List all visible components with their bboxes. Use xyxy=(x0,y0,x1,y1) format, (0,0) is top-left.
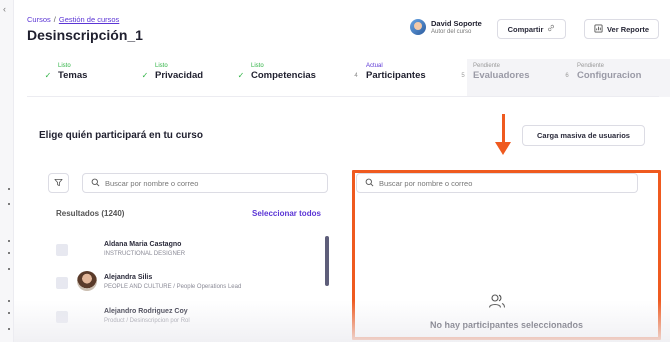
participant-subtitle: INSTRUCTIONAL DESIGNER xyxy=(104,251,186,257)
view-report-label: Ver Reporte xyxy=(606,24,650,34)
step-label: Privacidad xyxy=(155,70,204,81)
filter-button[interactable] xyxy=(48,173,69,193)
user-chip[interactable]: David Soporte Autor del curso xyxy=(410,19,482,35)
step-number: 4 xyxy=(354,73,358,79)
share-button[interactable]: Compartir xyxy=(497,19,566,39)
breadcrumb-current[interactable]: Gestión de cursos xyxy=(59,15,119,24)
check-icon: ✓ xyxy=(237,71,245,80)
section-title: Elige quién participará en tu curso xyxy=(39,130,203,141)
list-item[interactable]: Aldana Maria Castagno INSTRUCTIONAL DESI… xyxy=(56,235,316,265)
gutter-dot xyxy=(8,300,10,302)
list-item[interactable]: Alejandra Silis PEOPLE AND CULTURE / Peo… xyxy=(56,268,316,298)
filter-icon xyxy=(54,174,63,192)
row-checkbox[interactable] xyxy=(56,277,68,289)
step-participantes[interactable]: 4 Actual Participantes xyxy=(350,63,426,93)
avatar xyxy=(410,19,426,35)
participant-name: Aldana Maria Castagno xyxy=(104,241,182,248)
arrow-down-icon xyxy=(502,114,505,144)
step-privacidad[interactable]: ✓ Listo Privacidad xyxy=(139,63,203,93)
step-status: Pendiente xyxy=(473,63,501,69)
step-label: Competencias xyxy=(251,70,316,81)
row-checkbox[interactable] xyxy=(56,244,68,256)
chevron-left-icon[interactable]: ‹ xyxy=(3,4,6,14)
gutter-dot xyxy=(8,240,10,242)
step-temas[interactable]: ✓ Listo Temas xyxy=(42,63,88,93)
step-label: Participantes xyxy=(366,70,426,81)
page-title: Desinscripción_1 xyxy=(27,27,143,43)
stepper-divider xyxy=(27,96,659,97)
step-status: Pendiente xyxy=(577,63,605,69)
select-all-link[interactable]: Seleccionar todos xyxy=(252,209,321,218)
gutter-dot xyxy=(8,268,10,270)
user-role: Autor del curso xyxy=(431,29,472,35)
empty-state-text: No hay participantes seleccionados xyxy=(429,320,584,330)
step-status: Actual xyxy=(366,63,383,69)
gutter-dot xyxy=(8,188,10,190)
share-button-label: Compartir xyxy=(507,24,544,34)
check-icon: ✓ xyxy=(44,71,52,80)
step-label: Evaluadores xyxy=(473,70,530,81)
step-status: Listo xyxy=(251,63,264,69)
left-gutter: ‹ xyxy=(0,0,14,342)
row-checkbox[interactable] xyxy=(56,311,68,323)
report-icon xyxy=(594,23,603,35)
gutter-dot xyxy=(8,312,10,314)
results-count: Resultados (1240) xyxy=(56,209,125,218)
bulk-upload-button[interactable]: Carga masiva de usuarios xyxy=(522,125,645,146)
step-label: Configuracion xyxy=(577,70,642,81)
participant-subtitle: PEOPLE AND CULTURE / People Operations L… xyxy=(104,284,242,290)
gutter-dot xyxy=(8,203,10,205)
breadcrumb-root[interactable]: Cursos xyxy=(27,15,51,24)
people-icon xyxy=(488,293,506,314)
step-evaluadores[interactable]: 5 Pendiente Evaluadores xyxy=(457,63,530,93)
gutter-dot xyxy=(8,252,10,254)
user-name: David Soporte xyxy=(431,19,482,28)
breadcrumb: Cursos / Gestión de cursos xyxy=(27,15,119,24)
gutter-dot xyxy=(8,328,10,330)
participant-avatar xyxy=(77,271,97,291)
view-report-button[interactable]: Ver Reporte xyxy=(584,19,659,39)
participant-subtitle: Product / Desinscripcion por Rol xyxy=(104,318,190,324)
check-icon: ✓ xyxy=(141,71,149,80)
step-status: Listo xyxy=(155,63,168,69)
list-item[interactable]: Alejandro Rodriguez Coy Product / Desins… xyxy=(56,302,316,332)
step-label: Temas xyxy=(58,70,88,81)
list-scrollbar[interactable] xyxy=(325,236,329,286)
step-competencias[interactable]: ✓ Listo Competencias xyxy=(235,63,316,93)
participant-search[interactable] xyxy=(82,173,328,193)
search-icon xyxy=(91,174,100,192)
selected-participants-panel xyxy=(352,170,661,340)
participant-search-input[interactable] xyxy=(105,178,315,188)
step-number: 6 xyxy=(565,73,569,79)
step-configuracion[interactable]: 6 Pendiente Configuracion xyxy=(561,63,641,93)
link-icon xyxy=(547,24,555,34)
participant-name: Alejandro Rodriguez Coy xyxy=(104,308,188,315)
participant-name: Alejandra Silis xyxy=(104,274,153,281)
course-stepper: ✓ Listo Temas ✓ Listo Privacidad ✓ Listo… xyxy=(27,59,670,97)
step-status: Listo xyxy=(58,63,71,69)
arrow-head xyxy=(495,142,511,155)
breadcrumb-separator: / xyxy=(53,15,56,24)
step-number: 5 xyxy=(461,73,465,79)
